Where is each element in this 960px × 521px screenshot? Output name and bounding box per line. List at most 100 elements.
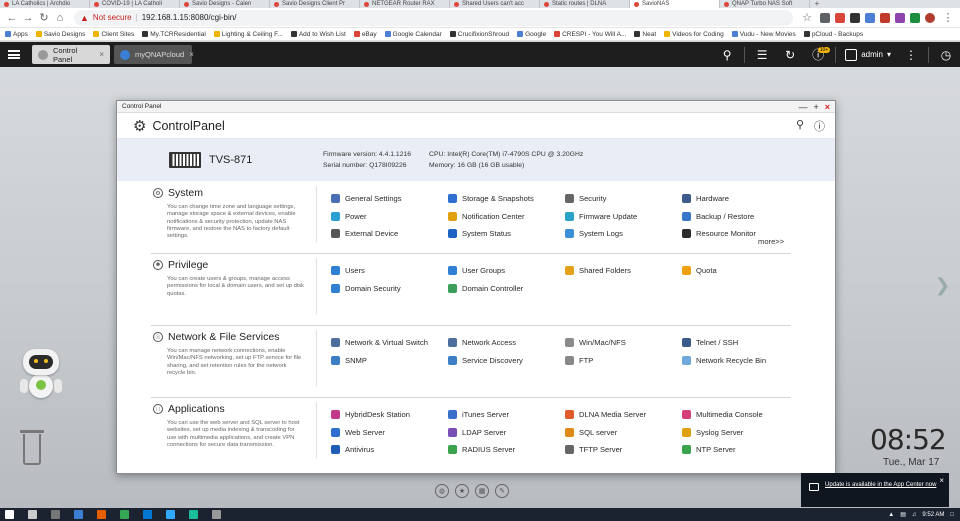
cp-item-sql[interactable]: SQL server [565, 424, 682, 442]
cp-item-notification[interactable]: Notification Center [448, 208, 565, 226]
bookmark-item[interactable]: Videos for Coding [664, 31, 724, 38]
user-menu[interactable]: admin ▾ [839, 48, 897, 61]
reload-icon[interactable]: ↻ [36, 10, 52, 26]
bookmark-item[interactable]: Neat [634, 31, 656, 38]
photoshop-icon[interactable] [166, 510, 175, 519]
window-titlebar[interactable]: Control Panel — + × [117, 101, 835, 113]
outlook-icon[interactable] [143, 510, 152, 519]
volume-icon[interactable]: ♫ [912, 512, 917, 518]
firefox-icon[interactable] [97, 510, 106, 519]
dock-app-icon[interactable]: ▦ [475, 484, 489, 498]
cp-item-radius[interactable]: RADIUS Server [448, 441, 565, 459]
recycle-bin-icon[interactable] [20, 430, 44, 466]
cp-item-domain-controller[interactable]: Domain Controller [448, 280, 565, 298]
search-icon[interactable]: ⚲ [713, 48, 741, 62]
bookmark-item[interactable]: Apps [5, 31, 28, 38]
extension-icon[interactable] [820, 12, 830, 23]
cp-item-shared-folders[interactable]: Shared Folders [565, 262, 682, 280]
cp-item-multimedia[interactable]: Multimedia Console [682, 406, 799, 424]
main-menu-icon[interactable] [0, 42, 28, 67]
cp-item-power[interactable]: Power [331, 208, 448, 226]
menu-icon[interactable]: ⋮ [940, 10, 956, 26]
bookmark-item[interactable]: Google Calendar [384, 31, 442, 38]
maximize-icon[interactable]: + [813, 102, 818, 112]
home-icon[interactable]: ⌂ [52, 10, 68, 26]
browser-tab[interactable]: COVID-19 | LA Catholi [90, 0, 180, 8]
cp-item-security[interactable]: Security [565, 190, 682, 208]
bookmark-item[interactable]: pCloud - Backups [803, 31, 863, 38]
browser-tab[interactable]: Shared Users can't acc [450, 0, 540, 8]
browser-tab[interactable]: Savio Designs Client Pr [270, 0, 360, 8]
browser-tab[interactable]: Savio Designs - Calen [180, 0, 270, 8]
bookmark-item[interactable]: Savio Designs [35, 31, 85, 38]
background-tasks-icon[interactable]: ☰ [748, 48, 776, 62]
cp-item-tftp[interactable]: TFTP Server [565, 441, 682, 459]
search-icon[interactable]: ⚲ [796, 118, 804, 134]
cp-item-external-device[interactable]: External Device [331, 225, 448, 243]
tab-control-panel[interactable]: Control Panel × [32, 45, 110, 64]
cp-item-backup[interactable]: Backup / Restore [682, 208, 799, 226]
cp-item-user-groups[interactable]: User Groups [448, 262, 565, 280]
cp-item-ntp[interactable]: NTP Server [682, 441, 799, 459]
more-options-icon[interactable]: ⋮ [897, 48, 925, 62]
star-icon[interactable]: ☆ [799, 10, 815, 26]
cp-item-ftp[interactable]: FTP [565, 352, 682, 370]
cp-item-recycle-bin[interactable]: Network Recycle Bin [682, 352, 799, 370]
close-icon[interactable]: × [939, 476, 944, 485]
dock-app-icon[interactable]: ★ [455, 484, 469, 498]
cp-item-ldap[interactable]: LDAP Server [448, 424, 565, 442]
cp-item-antivirus[interactable]: Antivirus [331, 441, 448, 459]
next-page-icon[interactable]: ❯ [935, 275, 950, 296]
cp-item-hybriddesk[interactable]: HybridDesk Station [331, 406, 448, 424]
new-tab-button[interactable]: + [810, 0, 824, 8]
bookmark-item[interactable]: Client Sites [93, 31, 134, 38]
cp-item-users[interactable]: Users [331, 262, 448, 280]
back-icon[interactable]: ← [4, 10, 20, 26]
task-view-icon[interactable] [28, 510, 37, 519]
cp-item-telnet-ssh[interactable]: Telnet / SSH [682, 334, 799, 352]
bookmark-item[interactable]: CrucifixionShroud [449, 31, 509, 38]
update-notification[interactable]: Update is available in the App Center no… [801, 473, 949, 507]
cp-item-service-discovery[interactable]: Service Discovery [448, 352, 565, 370]
action-center-icon[interactable]: □ [950, 512, 954, 518]
start-icon[interactable] [5, 510, 14, 519]
extension-icon[interactable] [895, 12, 905, 23]
cp-item-network-switch[interactable]: Network & Virtual Switch [331, 334, 448, 352]
cp-item-dlna[interactable]: DLNA Media Server [565, 406, 682, 424]
bookmark-item[interactable]: Vudu - New Movies [731, 31, 796, 38]
tray-icon[interactable]: ▲ [888, 512, 894, 518]
bookmark-item[interactable]: Google [517, 31, 546, 38]
extension-icon[interactable] [880, 12, 890, 23]
cp-item-itunes[interactable]: iTunes Server [448, 406, 565, 424]
extension-icon[interactable] [865, 12, 875, 23]
cp-item-snmp[interactable]: SNMP [331, 352, 448, 370]
bookmark-item[interactable]: eBay [353, 31, 377, 38]
browser-tab[interactable]: SavioNAS [630, 0, 720, 8]
dock-app-icon[interactable]: ✎ [495, 484, 509, 498]
browser-tab[interactable]: QNAP Turbo NAS Soft [720, 0, 810, 8]
cp-item-web-server[interactable]: Web Server [331, 424, 448, 442]
bookmark-item[interactable]: Lighting & Ceiling F... [213, 31, 283, 38]
bookmark-item[interactable]: CRESPI - You Will A... [554, 31, 626, 38]
event-notifications-icon[interactable]: ⓘ 10+ [804, 46, 832, 63]
url-input[interactable]: ▲ Not secure | 192.168.1.15:8080/cgi-bin… [74, 9, 793, 26]
extension-icon[interactable] [850, 12, 860, 23]
close-icon[interactable]: × [825, 102, 830, 112]
browser-tab[interactable]: Static routes | DLNA [540, 0, 630, 8]
network-icon[interactable]: ▤ [900, 511, 906, 518]
cp-item-system-logs[interactable]: System Logs [565, 225, 682, 243]
minimize-icon[interactable]: — [798, 102, 807, 112]
close-tab-icon[interactable]: × [189, 50, 194, 59]
dock-app-icon[interactable]: ◍ [435, 484, 449, 498]
chrome-icon[interactable] [120, 510, 129, 519]
taskbar-clock[interactable]: 9:52 AM [922, 512, 944, 518]
extension-icon[interactable] [835, 12, 845, 23]
bookmark-item[interactable]: Add to Wish List [290, 31, 346, 38]
cp-item-hardware[interactable]: Hardware [682, 190, 799, 208]
profile-avatar[interactable] [925, 12, 935, 23]
extension-icon[interactable] [910, 12, 920, 23]
browser-tab[interactable]: LA Catholics | Archdio [0, 0, 90, 8]
external-device-icon[interactable]: ↻ [776, 48, 804, 62]
photos-icon[interactable] [74, 510, 83, 519]
cp-item-general-settings[interactable]: General Settings [331, 190, 448, 208]
